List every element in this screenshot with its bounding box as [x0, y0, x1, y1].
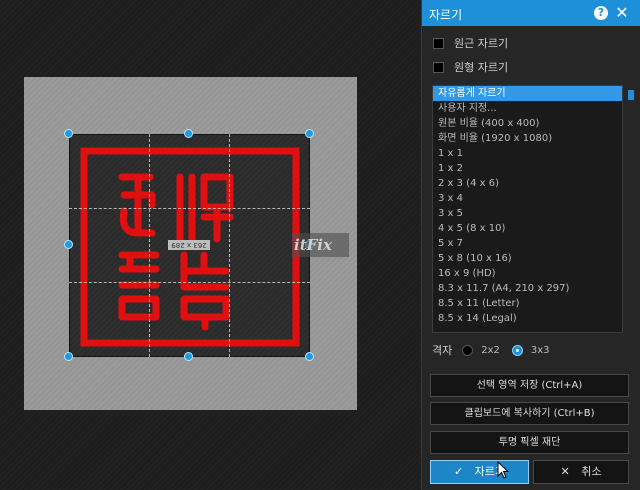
- grid-line-horizontal-1: [69, 208, 310, 209]
- ratio-list-item[interactable]: 2 x 3 (4 x 6): [433, 176, 622, 191]
- check-icon: ✓: [453, 465, 464, 478]
- perspective-crop-label: 원근 자르기: [454, 37, 509, 50]
- ratio-list-item[interactable]: 원본 비율 (400 x 400): [433, 116, 622, 131]
- watermark: itFix: [292, 233, 349, 257]
- crop-handle-top-right[interactable]: [305, 129, 314, 138]
- grid-label: 격자: [432, 344, 453, 357]
- panel-titlebar: 자르기 ? ✕: [422, 0, 640, 26]
- perspective-crop-option[interactable]: 원근 자르기: [433, 35, 508, 51]
- help-icon[interactable]: ?: [594, 6, 608, 20]
- crop-panel: 자르기 ? ✕ 원근 자르기 원형 자르기 자유롭게 자르기 사용자 지정... 원…: [421, 0, 640, 490]
- ratio-list-item[interactable]: 화면 비율 (1920 x 1080): [433, 131, 622, 146]
- ratio-list-item[interactable]: 5 x 8 (10 x 16): [433, 251, 622, 266]
- ratio-list-item[interactable]: 3 x 5: [433, 206, 622, 221]
- ratio-list-item[interactable]: 1 x 2: [433, 161, 622, 176]
- ratio-list-item[interactable]: 자유롭게 자르기: [433, 86, 622, 101]
- crop-size-label: 263 x 289: [168, 240, 210, 250]
- grid-2x2-label: 2x2: [481, 344, 500, 356]
- cancel-label: 취소: [581, 465, 602, 478]
- crop-handle-top[interactable]: [184, 129, 193, 138]
- ratio-list-item[interactable]: 4 x 5 (8 x 10): [433, 221, 622, 236]
- grid-line-horizontal-2: [69, 282, 310, 283]
- ratio-list-item[interactable]: 사용자 지정...: [433, 101, 622, 116]
- ratio-list-item[interactable]: 16 x 9 (HD): [433, 266, 622, 281]
- ratio-list-item[interactable]: 5 x 7: [433, 236, 622, 251]
- grid-2x2-radio[interactable]: [462, 344, 474, 356]
- mouse-cursor-icon: [497, 461, 509, 479]
- trim-transparent-button[interactable]: 투명 픽셀 재단: [430, 431, 629, 454]
- copy-clipboard-button[interactable]: 클립보드에 복사하기 (Ctrl+B): [430, 402, 629, 425]
- grid-line-vertical-1: [149, 134, 150, 357]
- circle-crop-label: 원형 자르기: [454, 61, 509, 74]
- crop-handle-bottom[interactable]: [184, 352, 193, 361]
- cancel-button[interactable]: ✕ 취소: [533, 460, 629, 484]
- crop-handle-bottom-left[interactable]: [64, 352, 73, 361]
- ratio-list-item[interactable]: 1 x 1: [433, 146, 622, 161]
- ratio-list[interactable]: 자유롭게 자르기 사용자 지정... 원본 비율 (400 x 400) 화면 비율 …: [432, 85, 623, 333]
- panel-title: 자르기: [429, 8, 463, 22]
- grid-3x3-label: 3x3: [530, 344, 550, 356]
- list-scroll-indicator[interactable]: [628, 90, 634, 100]
- grid-option-row: 격자 2x2 3x3: [432, 342, 562, 358]
- save-selection-button[interactable]: 선택 영역 저장 (Ctrl+A): [430, 374, 629, 397]
- crop-ok-button[interactable]: ✓ 자르기: [430, 460, 529, 484]
- perspective-crop-checkbox[interactable]: [433, 37, 444, 49]
- circle-crop-checkbox[interactable]: [433, 61, 444, 73]
- crop-handle-bottom-right[interactable]: [305, 352, 314, 361]
- crop-handle-top-left[interactable]: [64, 129, 73, 138]
- ratio-list-item[interactable]: 3 x 4: [433, 191, 622, 206]
- ratio-list-item[interactable]: 8.3 x 11.7 (A4, 210 x 297): [433, 281, 622, 296]
- grid-line-vertical-2: [229, 134, 230, 357]
- close-icon[interactable]: ✕: [614, 4, 630, 22]
- grid-3x3-radio[interactable]: [511, 344, 523, 356]
- circle-crop-option[interactable]: 원형 자르기: [433, 59, 508, 75]
- crop-handle-left[interactable]: [64, 240, 73, 249]
- ratio-list-item[interactable]: 8.5 x 11 (Letter): [433, 296, 622, 311]
- ratio-list-item[interactable]: 8.5 x 14 (Legal): [433, 311, 622, 326]
- cancel-icon: ✕: [560, 465, 570, 478]
